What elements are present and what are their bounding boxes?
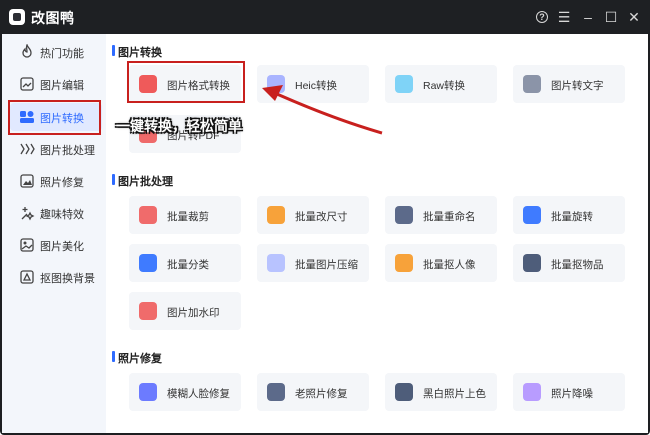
card-raw-convert[interactable]: Raw转换 [385, 65, 497, 103]
beautify-icon [20, 238, 34, 252]
card-batch-rotate[interactable]: 批量旋转 [513, 196, 625, 234]
sidebar-item-label: 趣味特效 [40, 209, 84, 221]
card-label: 批量图片压缩 [295, 259, 358, 271]
app-window: 改图鸭 ? ☰ – ☐ ✕ 热门功能 图片编辑 图片转换 图片批处理 照片修复 [0, 0, 650, 435]
sidebar-item-label: 图片编辑 [40, 80, 84, 92]
card-label: 批量抠人像 [423, 259, 476, 271]
sidebar-item-edit[interactable]: 图片编辑 [10, 70, 102, 98]
heic-icon [267, 75, 285, 93]
face-restore-icon [139, 383, 157, 401]
batch-icon [20, 143, 35, 155]
rotate-icon [523, 206, 541, 224]
ocr-icon [523, 75, 541, 93]
card-batch-compress[interactable]: 批量图片压缩 [257, 244, 369, 282]
crop-icon [139, 206, 157, 224]
help-button[interactable]: ? [533, 8, 551, 26]
classify-icon [139, 254, 157, 272]
card-batch-object-cutout[interactable]: 批量抠物品 [513, 244, 625, 282]
app-title: 改图鸭 [31, 10, 75, 26]
card-label: 黑白照片上色 [423, 388, 486, 400]
card-batch-resize[interactable]: 批量改尺寸 [257, 196, 369, 234]
section-title-repair: 照片修复 [112, 350, 162, 366]
app-logo-icon [9, 9, 25, 25]
card-batch-portrait-cutout[interactable]: 批量抠人像 [385, 244, 497, 282]
old-photo-icon [267, 383, 285, 401]
card-label: 批量改尺寸 [295, 211, 348, 223]
sidebar-item-batch[interactable]: 图片批处理 [10, 135, 102, 163]
denoise-icon [523, 383, 541, 401]
section-title-batch: 图片批处理 [112, 173, 173, 189]
sidebar-item-effects[interactable]: 趣味特效 [10, 199, 102, 227]
card-label: 批量分类 [167, 259, 209, 271]
card-label: 照片降噪 [551, 388, 593, 400]
cutout-icon [20, 270, 34, 284]
sidebar-item-label: 图片批处理 [40, 145, 95, 157]
sidebar-item-repair[interactable]: 照片修复 [10, 167, 102, 195]
card-face-restore[interactable]: 模糊人脸修复 [129, 373, 241, 411]
fire-icon [22, 44, 32, 58]
sidebar-highlight-box [8, 100, 101, 135]
card-batch-crop[interactable]: 批量裁剪 [129, 196, 241, 234]
maximize-button[interactable]: ☐ [602, 8, 620, 26]
sidebar-item-label: 图片美化 [40, 241, 84, 253]
card-heic-convert[interactable]: Heic转换 [257, 65, 369, 103]
card-colorize[interactable]: 黑白照片上色 [385, 373, 497, 411]
sidebar-item-label: 热门功能 [40, 48, 84, 60]
card-label: 批量抠物品 [551, 259, 604, 271]
card-label: 图片加水印 [167, 307, 220, 319]
sidebar-item-beautify[interactable]: 图片美化 [10, 231, 102, 259]
colorize-icon [395, 383, 413, 401]
help-icon: ? [536, 11, 548, 23]
section-title-convert: 图片转换 [112, 44, 162, 60]
photo-repair-icon [20, 174, 34, 188]
raw-icon [395, 75, 413, 93]
sidebar-item-label: 抠图换背景 [40, 273, 95, 285]
card-batch-classify[interactable]: 批量分类 [129, 244, 241, 282]
card-batch-rename[interactable]: 批量重命名 [385, 196, 497, 234]
resize-icon [267, 206, 285, 224]
watermark-icon [139, 302, 157, 320]
title-bar: 改图鸭 ? ☰ – ☐ ✕ [0, 0, 650, 34]
annotation-callout: 一键转换，轻松简单 [116, 118, 242, 134]
close-button[interactable]: ✕ [625, 8, 643, 26]
sidebar: 热门功能 图片编辑 图片转换 图片批处理 照片修复 趣味特效 图片美化 抠图换背… [2, 34, 106, 433]
object-cutout-icon [523, 254, 541, 272]
card-label: 老照片修复 [295, 388, 348, 400]
card-label: Raw转换 [423, 80, 466, 92]
minimize-button[interactable]: – [579, 8, 597, 26]
sidebar-item-hot[interactable]: 热门功能 [10, 38, 102, 66]
card-highlight-box [127, 61, 245, 103]
card-watermark[interactable]: 图片加水印 [129, 292, 241, 330]
sidebar-item-label: 照片修复 [40, 177, 84, 189]
menu-button[interactable]: ☰ [555, 8, 573, 26]
card-label: 批量裁剪 [167, 211, 209, 223]
card-label: 模糊人脸修复 [167, 388, 230, 400]
portrait-cutout-icon [395, 254, 413, 272]
card-old-photo-repair[interactable]: 老照片修复 [257, 373, 369, 411]
image-edit-icon [20, 77, 34, 91]
card-label: Heic转换 [295, 80, 338, 92]
card-label: 图片转文字 [551, 80, 604, 92]
sidebar-item-cutout[interactable]: 抠图换背景 [10, 263, 102, 291]
card-label: 批量重命名 [423, 211, 476, 223]
card-image-to-text[interactable]: 图片转文字 [513, 65, 625, 103]
card-denoise[interactable]: 照片降噪 [513, 373, 625, 411]
card-label: 批量旋转 [551, 211, 593, 223]
compress-icon [267, 254, 285, 272]
rename-icon [395, 206, 413, 224]
sparkle-icon [21, 207, 35, 221]
